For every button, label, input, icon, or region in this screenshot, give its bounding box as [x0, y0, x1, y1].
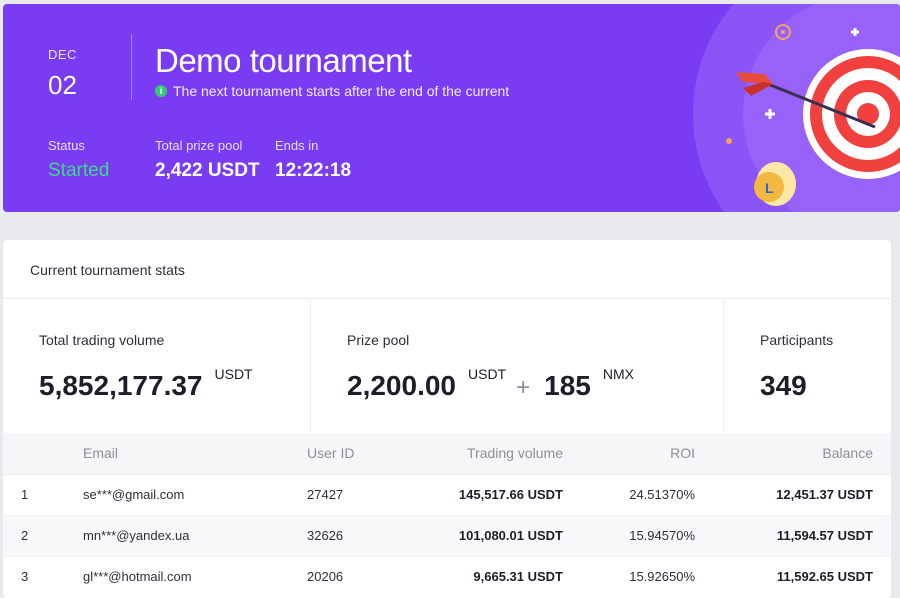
volume-cell: 101,080.01 USDT [458, 528, 563, 543]
rank-cell: 2 [21, 528, 29, 543]
prize-pool-label: Total prize pool [155, 138, 243, 153]
participants-label: Participants [760, 332, 834, 348]
date-day: 02 [48, 70, 77, 100]
stats-row: Total trading volume 5,852,177.37 USDT Pr… [3, 300, 891, 433]
roi-cell: 24.51370% [629, 487, 695, 502]
leaderboard-table: Email User ID Trading volume ROI Balance… [3, 433, 891, 597]
table-row[interactable]: 1 se***@gmail.com 27427 145,517.66 USDT … [3, 474, 891, 515]
balance-header[interactable]: Balance [695, 433, 873, 474]
user-id-cell: 27427 [307, 487, 344, 502]
participants-value: 349 [760, 370, 807, 401]
volume-cell: 9,665.31 USDT [473, 569, 563, 585]
table-row[interactable]: 2 mn***@yandex.ua 32626 101,080.01 USDT … [3, 515, 891, 556]
table-header-row: Email User ID Trading volume ROI Balance [3, 433, 891, 474]
status-value: Started [48, 160, 110, 181]
roi-cell: 15.94570% [629, 528, 695, 543]
rank-header [3, 433, 83, 474]
email-cell: mn***@yandex.ua [83, 528, 190, 543]
target-dart-illustration: L [726, 24, 900, 206]
prize-unit-usdt: USDT [468, 366, 507, 382]
tournament-banner: DEC 02 Demo tournament i The next tourna… [3, 4, 900, 212]
spacer [873, 474, 891, 515]
volume-unit: USDT [214, 366, 253, 382]
prize-label: Prize pool [347, 332, 410, 348]
divider [131, 34, 132, 100]
ends-in-label: Ends in [275, 138, 319, 153]
roi-header[interactable]: ROI [563, 433, 695, 474]
volume-header[interactable]: Trading volume [397, 433, 563, 474]
stats-card: Current tournament stats Total trading v… [3, 240, 891, 598]
status-label: Status [48, 138, 85, 153]
prize-unit-nmx: NMX [602, 366, 634, 382]
user-id-cell: 20206 [307, 569, 344, 585]
email-cell: se***@gmail.com [83, 487, 185, 502]
rank-cell: 1 [21, 487, 29, 502]
table-row[interactable]: 3 gl***@hotmail.com 20206 9,665.31 USDT … [3, 556, 891, 597]
spacer [873, 556, 891, 597]
email-cell: gl***@hotmail.com [83, 569, 192, 585]
prize-value-nmx: 185 [544, 370, 591, 401]
spacer [873, 433, 891, 474]
participants-stat: Participants 349 [724, 300, 891, 433]
user-id-header[interactable]: User ID [307, 433, 397, 474]
spacer [873, 515, 891, 556]
volume-label: Total trading volume [39, 332, 165, 348]
user-id-cell: 32626 [307, 528, 344, 543]
volume-value: 5,852,177.37 [39, 370, 203, 401]
prize-value-group: 2,200.00 USDT +185 NMX [347, 366, 634, 402]
stats-heading: Current tournament stats [3, 240, 891, 299]
date-month: DEC [48, 47, 77, 62]
balance-cell: 11,594.57 USDT [776, 528, 873, 543]
page-title: Demo tournament [155, 42, 412, 79]
volume-value-group: 5,852,177.37 USDT [39, 366, 253, 402]
prize-pool-value: 2,422 USDT [155, 160, 260, 181]
banner-subtitle: i The next tournament starts after the e… [155, 83, 509, 99]
email-header[interactable]: Email [83, 433, 307, 474]
rank-cell: 3 [21, 569, 29, 585]
volume-stat: Total trading volume 5,852,177.37 USDT [3, 300, 311, 433]
volume-cell: 145,517.66 USDT [458, 487, 563, 502]
info-icon: i [155, 85, 167, 97]
svg-text:L: L [765, 180, 774, 196]
ends-in-value: 12:22:18 [275, 160, 352, 181]
prize-value-usdt: 2,200.00 [347, 370, 456, 401]
balance-cell: 11,592.65 USDT [776, 569, 873, 585]
subtitle-text: The next tournament starts after the end… [173, 83, 510, 99]
roi-cell: 15.92650% [629, 569, 695, 585]
balance-cell: 12,451.37 USDT [776, 487, 873, 502]
plus-sign: + [516, 374, 531, 401]
prize-stat: Prize pool 2,200.00 USDT +185 NMX [311, 300, 724, 433]
